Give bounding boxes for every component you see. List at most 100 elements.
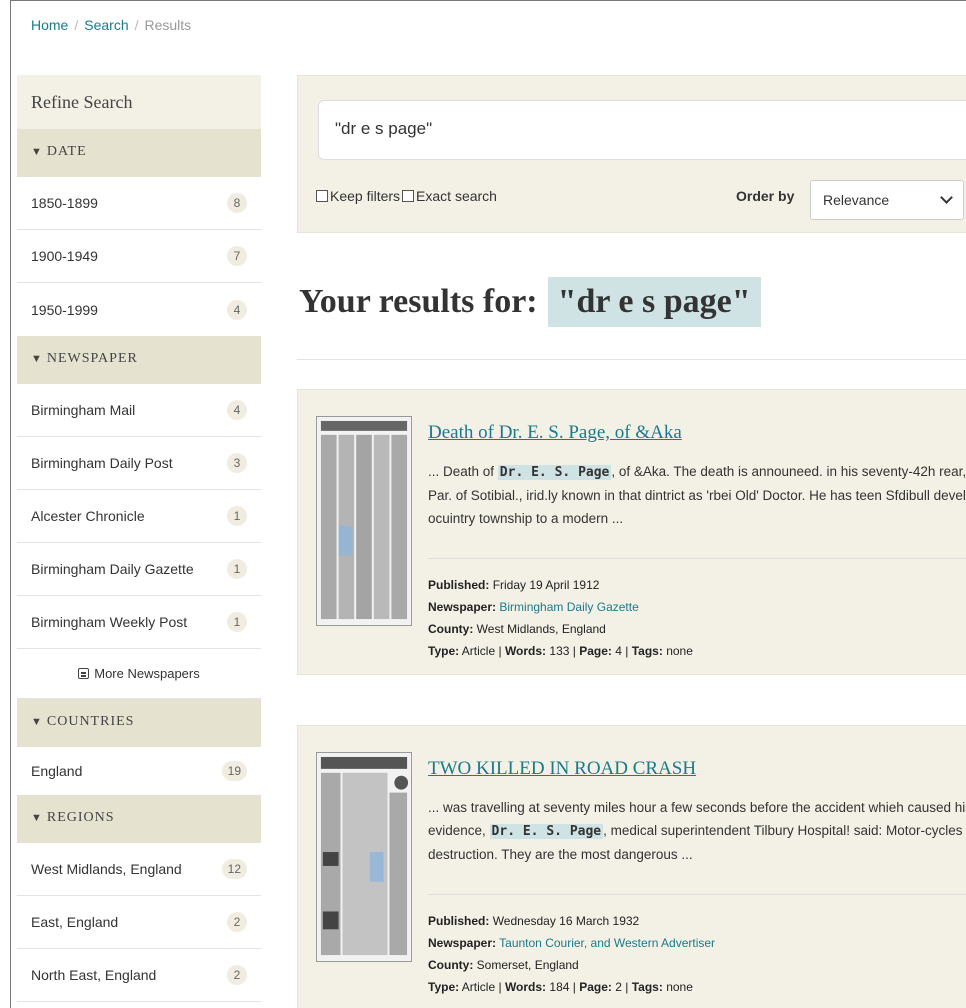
facet-item-england[interactable]: England 19 bbox=[17, 747, 261, 795]
meta-label: Page: bbox=[579, 980, 612, 994]
facet-item-label: England bbox=[31, 763, 83, 779]
meta-label: Page: bbox=[579, 644, 612, 658]
facet-item-label: 1850-1899 bbox=[31, 195, 98, 211]
facet-item-label: 1900-1949 bbox=[31, 248, 98, 264]
meta-value: Wednesday 16 March 1932 bbox=[492, 914, 640, 928]
meta-label: Published: bbox=[428, 578, 490, 592]
meta-value: Article bbox=[461, 644, 496, 658]
facet-item-label: North East, England bbox=[31, 967, 157, 983]
meta-label: Type: bbox=[428, 644, 460, 658]
results-heading: Your results for: "dr e s page" bbox=[299, 277, 761, 327]
meta-type: Type: Article | Words: 133 | Page: 4 | T… bbox=[428, 644, 693, 658]
newspaper-page-icon bbox=[317, 753, 411, 961]
facet-item-label: West Midlands, England bbox=[31, 861, 182, 877]
count-badge: 2 bbox=[227, 912, 247, 932]
snippet-line: destruction. They are the most dangerous… bbox=[428, 847, 693, 862]
count-badge: 19 bbox=[221, 761, 247, 781]
facet-item-label: Birmingham Daily Gazette bbox=[31, 561, 194, 577]
snippet-text: evidence, bbox=[428, 823, 490, 838]
refine-sidebar: Refine Search ▼ DATE 1850-1899 8 1900-1949… bbox=[17, 75, 261, 1002]
count-badge: 1 bbox=[227, 559, 247, 579]
list-icon bbox=[78, 668, 90, 679]
facet-item-west-midlands[interactable]: West Midlands, England 12 bbox=[17, 843, 261, 896]
meta-county: County: Somerset, England bbox=[428, 954, 715, 976]
regions-facet-header[interactable]: ▼ REGIONS bbox=[17, 795, 261, 843]
triangle-down-icon: ▼ bbox=[31, 812, 43, 824]
facet-item-1850-1899[interactable]: 1850-1899 8 bbox=[17, 177, 261, 230]
snippet-text: , medical superintendent Tilbury Hospita… bbox=[603, 823, 966, 838]
facet-item-label: Alcester Chronicle bbox=[31, 508, 145, 524]
breadcrumb-home-link[interactable]: Home bbox=[31, 17, 68, 33]
more-newspapers-button[interactable]: More Newspapers bbox=[17, 649, 261, 699]
snippet-line: Par. of Sotibial., irid.ly known in that… bbox=[428, 488, 966, 503]
count-badge: 2 bbox=[227, 965, 247, 985]
facet-item-alcester-chronicle[interactable]: Alcester Chronicle 1 bbox=[17, 490, 261, 543]
meta-value: 4 bbox=[615, 644, 622, 658]
facet-item-birmingham-weekly-post[interactable]: Birmingham Weekly Post 1 bbox=[17, 596, 261, 649]
keep-filters-checkbox[interactable] bbox=[316, 190, 328, 202]
more-newspapers-label: More Newspapers bbox=[94, 666, 200, 681]
keep-filters-label[interactable]: Keep filters bbox=[330, 188, 400, 204]
exact-search-checkbox[interactable] bbox=[402, 190, 415, 202]
newspaper-thumbnail[interactable] bbox=[316, 752, 412, 962]
facet-item-birmingham-daily-post[interactable]: Birmingham Daily Post 3 bbox=[17, 437, 261, 490]
search-input[interactable]: "dr e s page" bbox=[318, 100, 966, 160]
facet-item-east-england[interactable]: East, England 2 bbox=[17, 896, 261, 949]
results-query-highlight: "dr e s page" bbox=[547, 277, 761, 327]
triangle-down-icon: ▼ bbox=[31, 353, 43, 365]
meta-label: Words: bbox=[504, 644, 547, 658]
count-badge: 12 bbox=[221, 859, 247, 879]
result-meta: Published: Friday 19 April 1912 Newspape… bbox=[428, 574, 693, 662]
card-divider bbox=[428, 894, 966, 895]
page-frame: Home / Search / Results Refine Search ▼ DATE … bbox=[10, 0, 966, 1008]
snippet-line: ... Death of Dr. E. S. Page, of &Aka. Th… bbox=[428, 460, 966, 484]
meta-published: Published: Wednesday 16 March 1932 bbox=[428, 910, 715, 932]
breadcrumb-separator: / bbox=[134, 17, 139, 33]
date-facet-label: DATE bbox=[46, 144, 87, 159]
date-facet-header[interactable]: ▼ DATE bbox=[17, 129, 261, 177]
snippet-text: ... Death of bbox=[428, 464, 498, 479]
meta-value: Article bbox=[461, 980, 496, 994]
result-meta: Published: Wednesday 16 March 1932 Newsp… bbox=[428, 910, 715, 998]
snippet-line: ... was travelling at seventy miles hour… bbox=[428, 800, 966, 815]
result-title-link[interactable]: TWO KILLED IN ROAD CRASH bbox=[428, 758, 696, 780]
newspaper-facet-header[interactable]: ▼ NEWSPAPER bbox=[17, 336, 261, 384]
result-card: Death of Dr. E. S. Page, of &Aka ... Dea… bbox=[297, 389, 966, 675]
snippet-text: , of &Aka. The death is announeed. in hi… bbox=[611, 464, 966, 479]
meta-county: County: West Midlands, England bbox=[428, 618, 693, 640]
facet-item-birmingham-daily-gazette[interactable]: Birmingham Daily Gazette 1 bbox=[17, 543, 261, 596]
facet-item-label: 1950-1999 bbox=[31, 301, 98, 318]
meta-newspaper: Newspaper: Birmingham Daily Gazette bbox=[428, 596, 693, 618]
meta-label: County: bbox=[428, 622, 474, 636]
meta-value: Friday 19 April 1912 bbox=[492, 578, 600, 592]
meta-label: County: bbox=[428, 958, 474, 972]
meta-label: Published: bbox=[428, 914, 490, 928]
count-badge: 4 bbox=[227, 299, 247, 320]
search-panel: "dr e s page" Keep filters Exact search … bbox=[297, 75, 966, 233]
refine-search-title: Refine Search bbox=[17, 75, 261, 129]
facet-item-north-east-england[interactable]: North East, England 2 bbox=[17, 949, 261, 1002]
order-by-value: Relevance bbox=[823, 192, 890, 208]
facet-item-label: Birmingham Daily Post bbox=[31, 455, 173, 471]
newspaper-link[interactable]: Birmingham Daily Gazette bbox=[499, 600, 638, 614]
facet-item-1900-1949[interactable]: 1900-1949 7 bbox=[17, 230, 261, 283]
results-heading-text: Your results for: bbox=[299, 283, 538, 320]
regions-facet-label: REGIONS bbox=[46, 810, 115, 825]
newspaper-thumbnail[interactable] bbox=[316, 416, 412, 626]
countries-facet-label: COUNTRIES bbox=[46, 714, 135, 729]
count-badge: 4 bbox=[227, 400, 247, 420]
facet-item-birmingham-mail[interactable]: Birmingham Mail 4 bbox=[17, 384, 261, 437]
facet-item-1950-1999[interactable]: 1950-1999 4 bbox=[17, 283, 261, 336]
exact-search-label[interactable]: Exact search bbox=[416, 188, 497, 204]
breadcrumb: Home / Search / Results bbox=[31, 17, 191, 33]
order-by-select[interactable]: Relevance bbox=[810, 180, 964, 220]
result-title-link[interactable]: Death of Dr. E. S. Page, of &Aka bbox=[428, 422, 682, 444]
countries-facet-header[interactable]: ▼ COUNTRIES bbox=[17, 699, 261, 747]
newspaper-facet-label: NEWSPAPER bbox=[46, 351, 138, 366]
breadcrumb-current: Results bbox=[144, 17, 192, 33]
result-snippet: ... was travelling at seventy miles hour… bbox=[428, 796, 966, 866]
breadcrumb-search-link[interactable]: Search bbox=[84, 17, 128, 33]
newspaper-link[interactable]: Taunton Courier, and Western Advertiser bbox=[499, 936, 715, 950]
triangle-down-icon: ▼ bbox=[31, 146, 43, 158]
meta-label: Newspaper: bbox=[428, 600, 497, 614]
